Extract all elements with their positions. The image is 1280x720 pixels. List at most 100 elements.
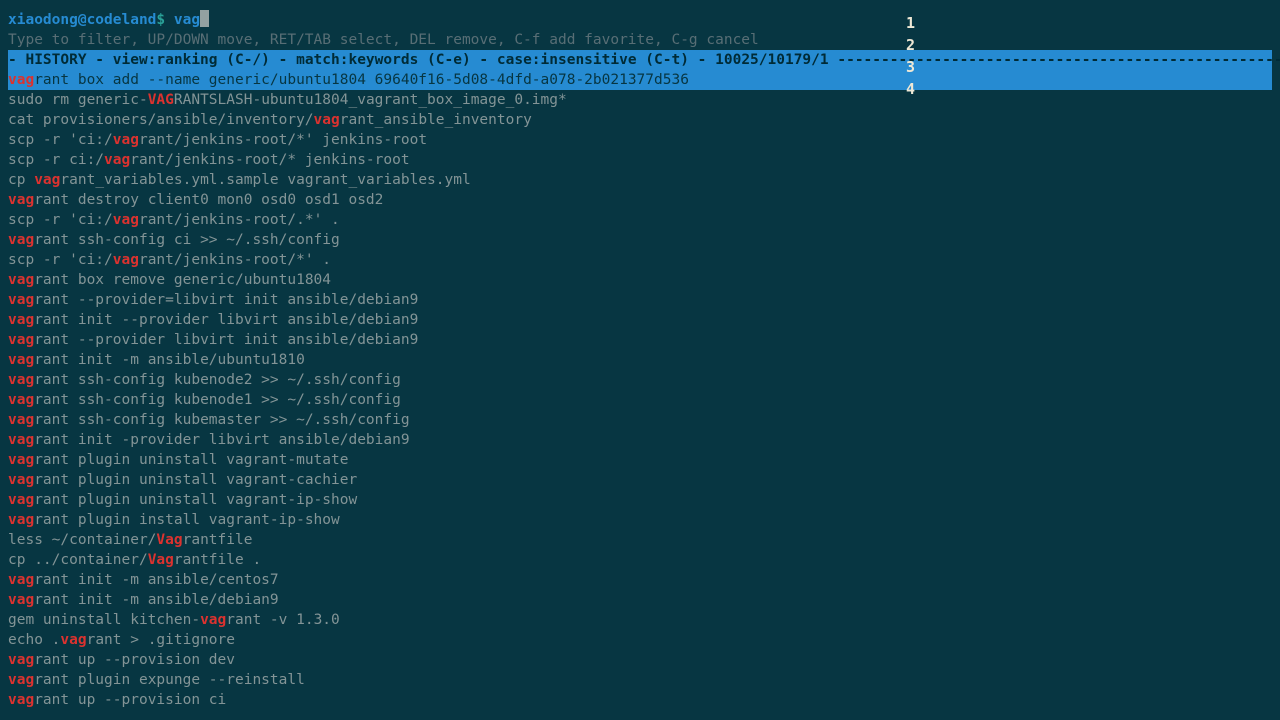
history-post: rant/jenkins-root/* jenkins-root (130, 152, 409, 168)
history-item[interactable]: vagrant plugin uninstall vagrant-ip-show (8, 490, 1272, 510)
history-item[interactable]: vagrant destroy client0 mon0 osd0 osd1 o… (8, 190, 1272, 210)
history-post: rant destroy client0 mon0 osd0 osd1 osd2 (34, 192, 383, 208)
prompt-symbol: $ (156, 12, 165, 28)
history-post: rant --provider=libvirt init ansible/deb… (34, 292, 418, 308)
history-item[interactable]: vagrant plugin uninstall vagrant-mutate (8, 450, 1272, 470)
history-match: vag (8, 192, 34, 208)
history-item[interactable]: vagrant box remove generic/ubuntu1804 (8, 270, 1272, 290)
history-item[interactable]: vagrant init -m ansible/ubuntu1810 (8, 350, 1272, 370)
side-number: 4 (906, 78, 915, 100)
history-item[interactable]: vagrant plugin install vagrant-ip-show (8, 510, 1272, 530)
history-item[interactable]: vagrant ssh-config ci >> ~/.ssh/config (8, 230, 1272, 250)
history-item[interactable]: less ~/container/Vagrantfile (8, 530, 1272, 550)
history-item[interactable]: vagrant ssh-config kubenode1 >> ~/.ssh/c… (8, 390, 1272, 410)
history-pre: sudo rm generic- (8, 92, 148, 108)
history-post: rant box add --name generic/ubuntu1804 6… (34, 72, 689, 88)
history-match: vag (8, 72, 34, 88)
history-post: rant > .gitignore (87, 632, 235, 648)
history-match: vag (8, 292, 34, 308)
history-item[interactable]: vagrant up --provision dev (8, 650, 1272, 670)
history-match: vag (314, 112, 340, 128)
history-post: rant up --provision ci (34, 692, 226, 708)
history-post: rant --provider libvirt init ansible/deb… (34, 332, 418, 348)
history-item[interactable]: vagrant --provider libvirt init ansible/… (8, 330, 1272, 350)
prompt-line[interactable]: xiaodong@codeland$ vag (8, 10, 1272, 30)
history-item[interactable]: vagrant plugin expunge --reinstall (8, 670, 1272, 690)
history-item[interactable]: vagrant --provider=libvirt init ansible/… (8, 290, 1272, 310)
history-pre: scp -r 'ci:/ (8, 132, 113, 148)
history-item[interactable]: scp -r 'ci:/vagrant/jenkins-root/*' . (8, 250, 1272, 270)
history-match: Vag (148, 552, 174, 568)
history-post: rant/jenkins-root/.*' . (139, 212, 340, 228)
history-post: rant_variables.yml.sample vagrant_variab… (60, 172, 470, 188)
history-pre: gem uninstall kitchen- (8, 612, 200, 628)
history-post: rant init -m ansible/centos7 (34, 572, 278, 588)
history-match: vag (200, 612, 226, 628)
history-post: rant init --provider libvirt ansible/deb… (34, 312, 418, 328)
history-match: vag (8, 492, 34, 508)
history-item[interactable]: cat provisioners/ansible/inventory/vagra… (8, 110, 1272, 130)
history-post: rant plugin uninstall vagrant-mutate (34, 452, 348, 468)
history-post: rant/jenkins-root/*' . (139, 252, 331, 268)
history-item[interactable]: cp ../container/Vagrantfile . (8, 550, 1272, 570)
history-post: RANTSLASH-ubuntu1804_vagrant_box_image_0… (174, 92, 567, 108)
history-item[interactable]: echo .vagrant > .gitignore (8, 630, 1272, 650)
history-match: VAG (148, 92, 174, 108)
history-match: vag (8, 652, 34, 668)
history-item[interactable]: scp -r ci:/vagrant/jenkins-root/* jenkin… (8, 150, 1272, 170)
history-match: vag (8, 572, 34, 588)
history-post: rant init -m ansible/debian9 (34, 592, 278, 608)
history-item[interactable]: vagrant init -m ansible/debian9 (8, 590, 1272, 610)
history-post: rant ssh-config kubenode2 >> ~/.ssh/conf… (34, 372, 401, 388)
history-item[interactable]: sudo rm generic-VAGRANTSLASH-ubuntu1804_… (8, 90, 1272, 110)
history-match: vag (113, 252, 139, 268)
history-item[interactable]: vagrant ssh-config kubenode2 >> ~/.ssh/c… (8, 370, 1272, 390)
history-match: vag (8, 272, 34, 288)
history-match: vag (113, 132, 139, 148)
history-match: vag (8, 452, 34, 468)
history-post: rant box remove generic/ubuntu1804 (34, 272, 331, 288)
history-item[interactable]: vagrant plugin uninstall vagrant-cachier (8, 470, 1272, 490)
history-post: rant plugin install vagrant-ip-show (34, 512, 340, 528)
history-match: vag (8, 592, 34, 608)
history-post: rant plugin uninstall vagrant-cachier (34, 472, 357, 488)
history-post: rant ssh-config kubenode1 >> ~/.ssh/conf… (34, 392, 401, 408)
history-match: vag (8, 392, 34, 408)
history-match: vag (8, 692, 34, 708)
history-post: rant ssh-config kubemaster >> ~/.ssh/con… (34, 412, 409, 428)
history-item[interactable]: vagrant box add --name generic/ubuntu180… (8, 70, 1272, 90)
typed-input: vag (174, 12, 200, 28)
filter-header: - HISTORY - view:ranking (C-/) - match:k… (8, 50, 1272, 70)
history-post: rant plugin expunge --reinstall (34, 672, 305, 688)
history-post: rant plugin uninstall vagrant-ip-show (34, 492, 357, 508)
history-post: rant init -m ansible/ubuntu1810 (34, 352, 305, 368)
history-item[interactable]: vagrant init -provider libvirt ansible/d… (8, 430, 1272, 450)
history-post: rant init -provider libvirt ansible/debi… (34, 432, 409, 448)
history-pre: less ~/container/ (8, 532, 156, 548)
history-pre: scp -r 'ci:/ (8, 252, 113, 268)
history-pre: cp (8, 172, 34, 188)
history-post: rant up --provision dev (34, 652, 235, 668)
side-number: 2 (906, 34, 915, 56)
history-item[interactable]: vagrant up --provision ci (8, 690, 1272, 710)
history-pre: scp -r 'ci:/ (8, 212, 113, 228)
history-item[interactable]: vagrant ssh-config kubemaster >> ~/.ssh/… (8, 410, 1272, 430)
side-numbers: 1 2 3 4 (906, 12, 915, 100)
history-post: rantfile . (174, 552, 261, 568)
help-hint: Type to filter, UP/DOWN move, RET/TAB se… (8, 30, 1272, 50)
history-post: rantfile (183, 532, 253, 548)
history-item[interactable]: scp -r 'ci:/vagrant/jenkins-root/.*' . (8, 210, 1272, 230)
history-pre: cat provisioners/ansible/inventory/ (8, 112, 314, 128)
history-item[interactable]: scp -r 'ci:/vagrant/jenkins-root/*' jenk… (8, 130, 1272, 150)
cursor-icon (200, 10, 209, 27)
history-item[interactable]: vagrant init --provider libvirt ansible/… (8, 310, 1272, 330)
history-match: Vag (156, 532, 182, 548)
history-match: vag (8, 512, 34, 528)
history-match: vag (113, 212, 139, 228)
history-match: vag (8, 472, 34, 488)
history-item[interactable]: vagrant init -m ansible/centos7 (8, 570, 1272, 590)
history-match: vag (8, 332, 34, 348)
history-item[interactable]: cp vagrant_variables.yml.sample vagrant_… (8, 170, 1272, 190)
history-item[interactable]: gem uninstall kitchen-vagrant -v 1.3.0 (8, 610, 1272, 630)
history-list: vagrant box add --name generic/ubuntu180… (8, 70, 1272, 710)
